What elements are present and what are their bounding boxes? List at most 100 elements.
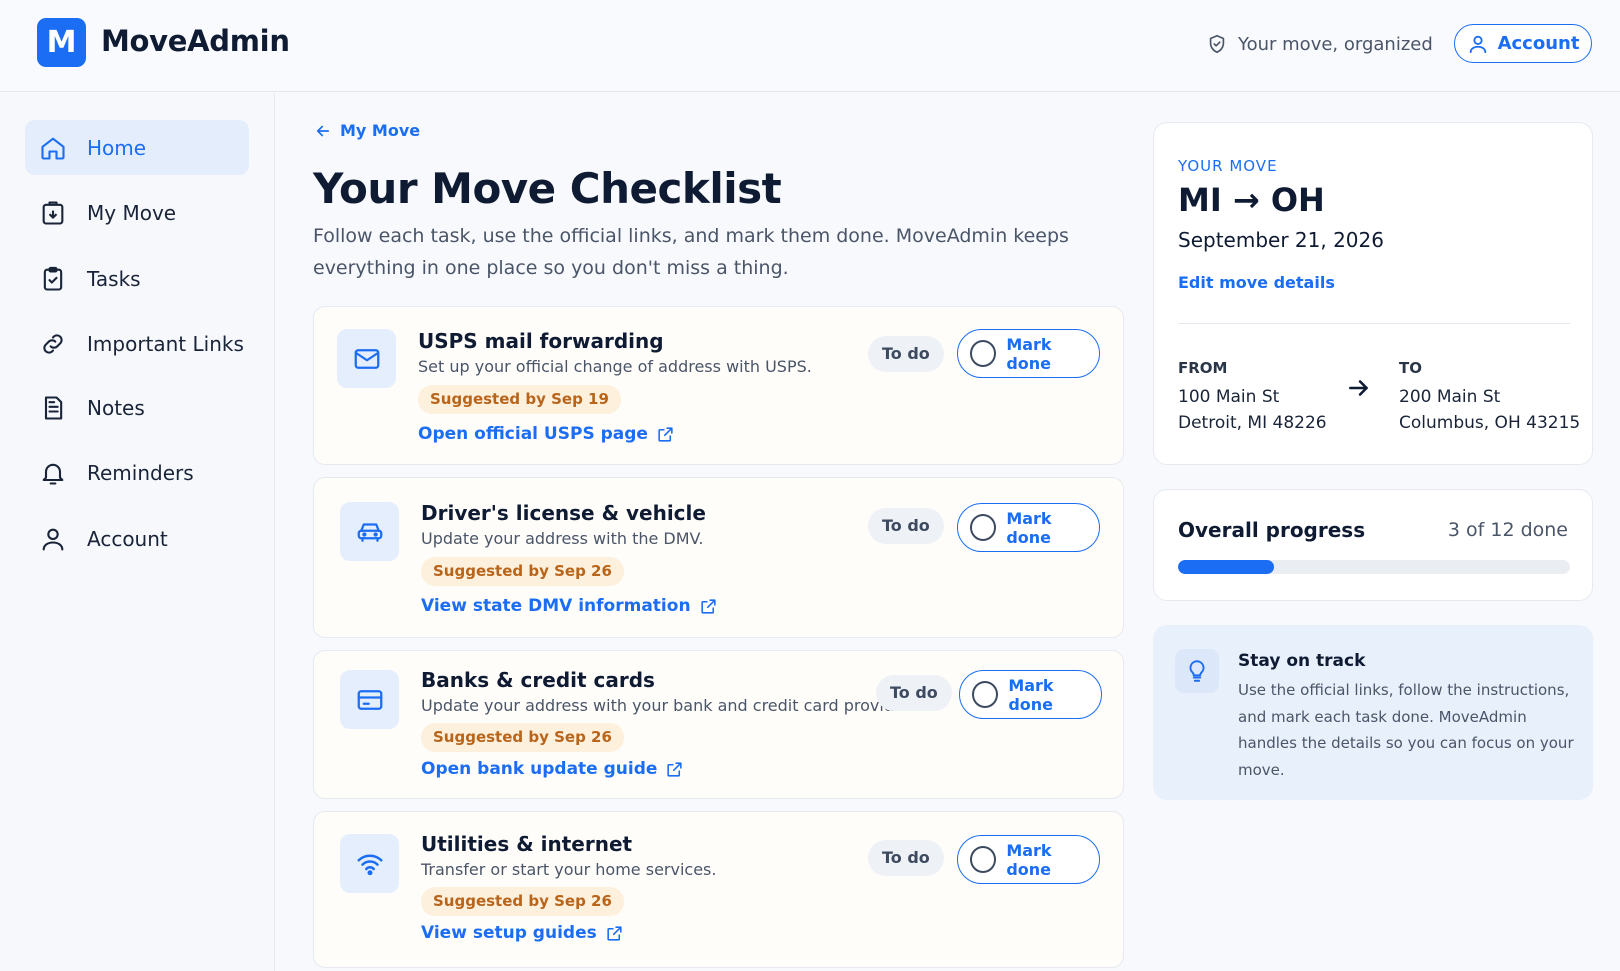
sidebar-item-tasks[interactable]: Tasks bbox=[25, 251, 249, 306]
sidebar-item-label: Tasks bbox=[87, 266, 141, 291]
checkbox-circle-icon bbox=[970, 340, 997, 367]
suggested-date-badge: Suggested by Sep 26 bbox=[421, 723, 624, 752]
move-date: September 21, 2026 bbox=[1178, 228, 1384, 252]
move-summary-card: YOUR MOVE MI → OH September 21, 2026 Edi… bbox=[1153, 122, 1593, 465]
tip-body: Use the official links, follow the instr… bbox=[1238, 681, 1574, 779]
page-title: Your Move Checklist bbox=[313, 164, 782, 213]
sidebar-item-reminders[interactable]: Reminders bbox=[25, 445, 249, 500]
task-description: Set up your official change of address w… bbox=[418, 357, 812, 376]
account-button-label: Account bbox=[1497, 33, 1580, 54]
mark-done-button[interactable]: Mark done bbox=[957, 835, 1100, 884]
progress-bar-fill bbox=[1178, 560, 1275, 574]
notes-icon bbox=[39, 394, 67, 422]
task-name: USPS mail forwarding bbox=[418, 329, 664, 353]
checkbox-circle-icon bbox=[972, 681, 999, 708]
link-icon bbox=[39, 330, 67, 358]
sidebar-item-label: Account bbox=[87, 526, 168, 551]
suggested-date-badge: Suggested by Sep 26 bbox=[421, 887, 624, 916]
mail-icon bbox=[352, 344, 382, 374]
tip-title: Stay on track bbox=[1238, 651, 1366, 671]
task-link-label: Open official USPS page bbox=[418, 424, 648, 444]
task-link-label: View setup guides bbox=[421, 923, 597, 943]
mark-done-label: Mark done bbox=[1008, 675, 1054, 714]
tip-icon-box bbox=[1175, 649, 1219, 693]
task-link[interactable]: View setup guides bbox=[421, 923, 624, 943]
clipboard-check-icon bbox=[39, 265, 67, 293]
external-link-icon bbox=[665, 760, 684, 779]
checkbox-circle-icon bbox=[970, 514, 997, 541]
sidebar-item-important-links[interactable]: Important Links bbox=[25, 316, 249, 371]
sidebar-item-label: Home bbox=[87, 135, 147, 160]
arrow-right-icon bbox=[1346, 375, 1372, 401]
task-card-banks: Banks & credit cards Update your address… bbox=[313, 650, 1124, 799]
sidebar-item-label: Reminders bbox=[87, 460, 194, 485]
task-card-utilities: Utilities & internet Transfer or start y… bbox=[313, 811, 1124, 968]
move-card-label: YOUR MOVE bbox=[1178, 157, 1278, 175]
mark-done-button[interactable]: Mark done bbox=[957, 329, 1100, 378]
task-link[interactable]: View state DMV information bbox=[421, 596, 718, 616]
sidebar-item-account[interactable]: Account bbox=[25, 511, 249, 566]
to-label: TO bbox=[1399, 359, 1422, 377]
to-street: 200 Main St bbox=[1399, 387, 1501, 407]
breadcrumb-label: My Move bbox=[340, 121, 421, 140]
sidebar-item-label: Important Links bbox=[87, 331, 244, 356]
external-link-icon bbox=[656, 425, 675, 444]
account-button[interactable]: Account bbox=[1454, 24, 1592, 63]
home-icon bbox=[39, 134, 67, 162]
tip-card: Stay on track Use the official links, fo… bbox=[1153, 625, 1593, 800]
top-header: M MoveAdmin Your move, organized Account bbox=[0, 0, 1620, 92]
wifi-icon bbox=[355, 849, 385, 879]
external-link-icon bbox=[699, 597, 718, 616]
task-link-label: Open bank update guide bbox=[421, 759, 658, 779]
bell-icon bbox=[39, 459, 67, 487]
credit-card-icon bbox=[355, 685, 385, 715]
page-subtitle: Follow each task, use the official links… bbox=[313, 225, 1069, 279]
status-badge: To do bbox=[876, 675, 952, 711]
suggested-date-badge: Suggested by Sep 19 bbox=[418, 385, 621, 414]
external-link-icon bbox=[605, 924, 624, 943]
status-badge: To do bbox=[868, 336, 944, 372]
task-link[interactable]: Open official USPS page bbox=[418, 424, 675, 444]
task-description: Update your address with the DMV. bbox=[421, 529, 704, 548]
task-card-dmv: Driver's license & vehicle Update your a… bbox=[313, 477, 1124, 638]
suggested-date-badge: Suggested by Sep 26 bbox=[421, 557, 624, 586]
breadcrumb[interactable]: My Move bbox=[314, 121, 420, 140]
task-link[interactable]: Open bank update guide bbox=[421, 759, 684, 779]
progress-title: Overall progress bbox=[1178, 518, 1366, 542]
to-city: Columbus, OH 43215 bbox=[1399, 413, 1581, 433]
sidebar-item-label: My Move bbox=[87, 200, 177, 225]
mark-done-label: Mark done bbox=[1006, 508, 1052, 547]
divider bbox=[1178, 323, 1570, 324]
arrow-left-icon bbox=[314, 122, 332, 140]
checkbox-circle-icon bbox=[970, 846, 997, 873]
box-icon bbox=[39, 199, 67, 227]
mark-done-label: Mark done bbox=[1006, 840, 1052, 879]
from-city: Detroit, MI 48226 bbox=[1178, 413, 1327, 433]
progress-card: Overall progress 3 of 12 done bbox=[1153, 489, 1593, 601]
task-name: Driver's license & vehicle bbox=[421, 501, 706, 525]
mark-done-button[interactable]: Mark done bbox=[957, 503, 1100, 552]
task-name: Utilities & internet bbox=[421, 832, 633, 856]
sidebar-item-notes[interactable]: Notes bbox=[25, 380, 249, 435]
task-description: Transfer or start your home services. bbox=[421, 860, 717, 879]
status-badge: To do bbox=[868, 840, 944, 876]
progress-count: 3 of 12 done bbox=[1447, 519, 1568, 541]
task-card-usps: USPS mail forwarding Set up your officia… bbox=[313, 306, 1124, 465]
edit-move-link[interactable]: Edit move details bbox=[1178, 273, 1335, 292]
task-icon-box bbox=[337, 329, 396, 388]
task-description: Update your address with your bank and c… bbox=[421, 696, 924, 715]
tagline: Your move, organized bbox=[1206, 30, 1433, 58]
mark-done-label: Mark done bbox=[1006, 334, 1052, 373]
logo-icon[interactable]: M bbox=[37, 18, 86, 67]
mark-done-button[interactable]: Mark done bbox=[959, 670, 1102, 719]
task-icon-box bbox=[340, 834, 399, 893]
sidebar-item-home[interactable]: Home bbox=[25, 120, 249, 175]
sidebar-item-my-move[interactable]: My Move bbox=[25, 185, 249, 240]
from-street: 100 Main St bbox=[1178, 387, 1280, 407]
sidebar-item-label: Notes bbox=[87, 395, 145, 420]
lightbulb-icon bbox=[1184, 658, 1210, 684]
task-icon-box bbox=[340, 502, 399, 561]
move-route: MI → OH bbox=[1178, 181, 1325, 219]
tagline-text: Your move, organized bbox=[1238, 33, 1433, 55]
user-icon bbox=[1467, 33, 1489, 55]
